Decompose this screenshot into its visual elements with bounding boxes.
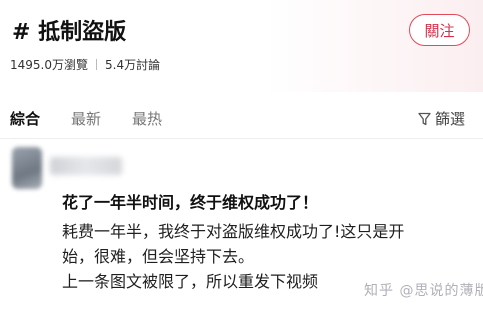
filter-icon [418, 112, 431, 125]
views-count: 1495.0万瀏覽 [10, 58, 88, 72]
tab-bar: 綜合 最新 最热 篩選 [0, 108, 483, 132]
stats-divider [96, 59, 97, 70]
username-redacted[interactable] [50, 157, 122, 175]
post-title: 花了一年半时间，终于维权成功了！ [62, 193, 319, 212]
topic-title: # 抵制盜版 [12, 20, 127, 45]
post-body-line: 始，很难，但会坚持下去。 [62, 247, 255, 266]
follow-button[interactable]: 關注 [409, 14, 470, 46]
filter-label: 篩選 [435, 110, 466, 128]
avatar[interactable] [12, 147, 42, 189]
discussion-count: 5.4万討論 [105, 58, 161, 72]
post-body-line: 耗费一年半，我终于对盗版维权成功了!这只是开 [62, 222, 405, 241]
topic-stats: 1495.0万瀏覽 5.4万討論 [10, 56, 160, 73]
tab-comprehensive[interactable]: 綜合 [10, 108, 40, 129]
source-watermark: 知乎 @思说的薄版权 [364, 283, 483, 299]
post-content[interactable]: 花了一年半时间，终于维权成功了！ 耗费一年半，我终于对盗版维权成功了!这只是开 … [62, 192, 472, 294]
topic-header: # 抵制盜版 關注 1495.0万瀏覽 5.4万討論 [0, 0, 483, 92]
filter-button[interactable]: 篩選 [418, 108, 465, 129]
tab-hottest[interactable]: 最热 [132, 108, 162, 129]
tab-divider [0, 138, 483, 139]
tab-latest[interactable]: 最新 [71, 108, 101, 129]
